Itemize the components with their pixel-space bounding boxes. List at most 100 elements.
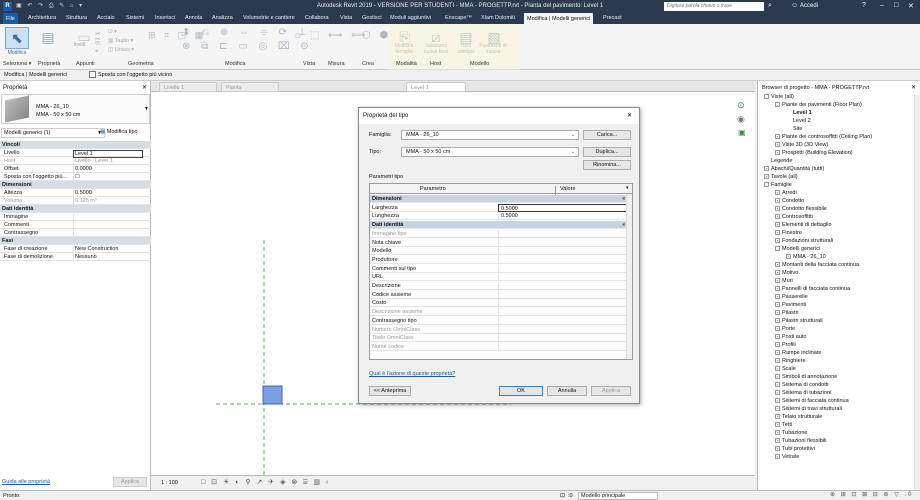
tab-15[interactable]: Modifica | Modelli generici [524,13,594,24]
join-button[interactable]: ◫ Unisci ▾ [108,47,134,53]
expand-icon[interactable]: + [764,166,769,172]
type-selector[interactable]: MMA - 26_10 MMA - 50 x 50 cm ▼ [1,94,150,124]
duplicate-button[interactable]: Duplica... [583,147,631,157]
rename-button[interactable]: Rinomina... [583,160,631,170]
browser-item[interactable]: + Passerelle [775,294,808,300]
browser-item[interactable]: Site [786,126,802,132]
expand-icon[interactable]: + [775,294,780,300]
edit-type-button[interactable]: ▦ Modifica tipo [98,128,140,136]
properties-section[interactable]: Fasi [0,237,151,245]
expand-icon[interactable]: + [775,358,780,364]
preview-button[interactable]: << Anteprima [369,386,411,396]
expand-icon[interactable]: + [775,446,780,452]
browser-item[interactable]: + Viste 3D (3D View) [775,142,828,148]
collapse-section-icon[interactable]: « [622,222,625,228]
expand-icon[interactable]: + [775,262,780,268]
expand-icon[interactable]: + [775,422,780,428]
browser-item[interactable]: Legende [764,158,792,164]
browser-item[interactable]: + Simboli di annotazione [775,374,837,380]
browser-item[interactable]: + Abachi/Quantità (tutti) [764,166,824,172]
browser-item[interactable]: + Porte [775,326,795,332]
panel-name-0[interactable]: Seleziona ▾ [3,61,31,67]
expand-icon[interactable]: + [775,206,780,212]
browser-item[interactable]: + MMA - 26_10 [786,254,826,260]
copy-icon[interactable]: ⎘ [95,39,101,47]
expand-icon[interactable]: + [775,454,780,460]
browser-item[interactable]: + Montanti della facciata continua [775,262,859,268]
collapse-icon[interactable]: - [775,246,780,252]
browser-item[interactable]: - Famiglie [764,182,792,188]
load-button[interactable]: Carica... [583,130,631,140]
browser-item[interactable]: + Pilastri strutturali [775,318,823,324]
cope-button[interactable]: ⊡ ▾ [108,29,117,35]
match-icon[interactable]: ⌖ [95,48,99,56]
collapse-icon[interactable]: - [764,182,769,188]
expand-icon[interactable]: + [775,374,780,380]
collapse-section-icon[interactable]: « [622,196,625,202]
expand-icon[interactable]: + [775,414,780,420]
parameter-section[interactable]: Dimensioni « [370,195,628,203]
parameter-value[interactable]: 0.5000 [498,212,628,221]
sort-icon[interactable]: ▾ [626,185,629,191]
expand-icon[interactable]: + [786,254,791,260]
family-dropdown[interactable]: MMA - 26_10 ⌄ [401,130,579,140]
parameter-value[interactable] [498,255,628,264]
browser-scrollbar[interactable] [914,95,920,490]
cancel-button[interactable]: Annulla [547,386,587,396]
browser-item[interactable]: + Pavimenti [775,302,806,308]
table-scrollbar[interactable] [626,194,632,359]
parameter-value[interactable] [498,238,628,247]
browser-item[interactable]: + Sistema di tubazioni [775,390,831,396]
tab-1[interactable]: Architettura [28,15,56,21]
browser-item[interactable]: + Sistema di condotti [775,382,828,388]
browser-item[interactable]: + Motivo [775,270,798,276]
help-link[interactable]: Qual è l'azione di queste proprietà? [369,371,455,377]
properties-button[interactable]: ▤ [36,27,60,49]
browser-item[interactable]: + Tubazioni flessibili [775,438,826,444]
expand-icon[interactable]: + [775,214,780,220]
properties-section[interactable]: Vincoli [0,141,151,149]
properties-section[interactable]: Dati identità [0,205,151,213]
browser-item[interactable]: Level 2 [786,118,811,124]
expand-icon[interactable]: + [775,134,780,140]
zoom-icon[interactable]: ⊙ [737,100,745,111]
browser-item[interactable]: + Rampe inclinate [775,350,821,356]
view-tools-icons[interactable]: ⌂ ⬚ [295,30,322,41]
properties-help-link[interactable]: Guida alle proprietà [2,479,50,485]
parameter-value[interactable] [498,316,628,325]
browser-item[interactable]: + Profili [775,342,796,348]
view-control-icons[interactable]: □ ⊡ ☀ ◐ ⚲ ↗ ✈ ◈ ⊗ ⌸ ▥ ‹ [201,478,330,487]
tab-4[interactable]: Sistemi [126,15,144,21]
tab-5[interactable]: Inserisci [155,15,175,21]
browser-item[interactable]: + Tubi protettivi [775,446,815,452]
expand-icon[interactable]: + [775,310,780,316]
move-nearby-checkbox[interactable] [89,71,96,78]
ok-button[interactable]: OK [499,386,543,396]
parameter-value[interactable] [498,273,628,282]
parameter-section[interactable]: Dati identità « [370,221,628,230]
sign-in-link[interactable]: Accedi [800,3,818,9]
expand-icon[interactable]: + [775,326,780,332]
browser-item[interactable]: + Prospetti (Building Elevation) [775,150,853,156]
expand-icon[interactable]: + [775,438,780,444]
tab-11[interactable]: Gestisci [362,15,382,21]
expand-icon[interactable]: + [775,390,780,396]
browser-item[interactable]: + Vetrate [775,454,799,460]
browser-item[interactable]: + Tavole (all) [764,174,798,180]
expand-icon[interactable]: + [775,302,780,308]
parameter-value[interactable]: 0.5000 [498,203,628,212]
expand-icon[interactable]: + [775,222,780,228]
scale-label[interactable]: 1 : 100 [161,480,178,486]
minimize-icon[interactable]: – [880,2,884,9]
tab-3[interactable]: Acciaio [97,15,115,21]
wheel-icon[interactable]: ◉ [737,114,745,125]
browser-item[interactable]: + Condotto flessibile [775,206,827,212]
browser-item[interactable]: + Scale [775,366,796,372]
expand-icon[interactable]: + [775,382,780,388]
properties-apply-button[interactable]: Applica [113,477,147,487]
expand-icon[interactable]: + [775,278,780,284]
search-input[interactable]: Digitare parola chiave o frase [664,2,764,11]
tab-10[interactable]: Vista [340,15,352,21]
parameter-value[interactable] [498,264,628,273]
browser-item[interactable]: + Ringhiere [775,358,806,364]
